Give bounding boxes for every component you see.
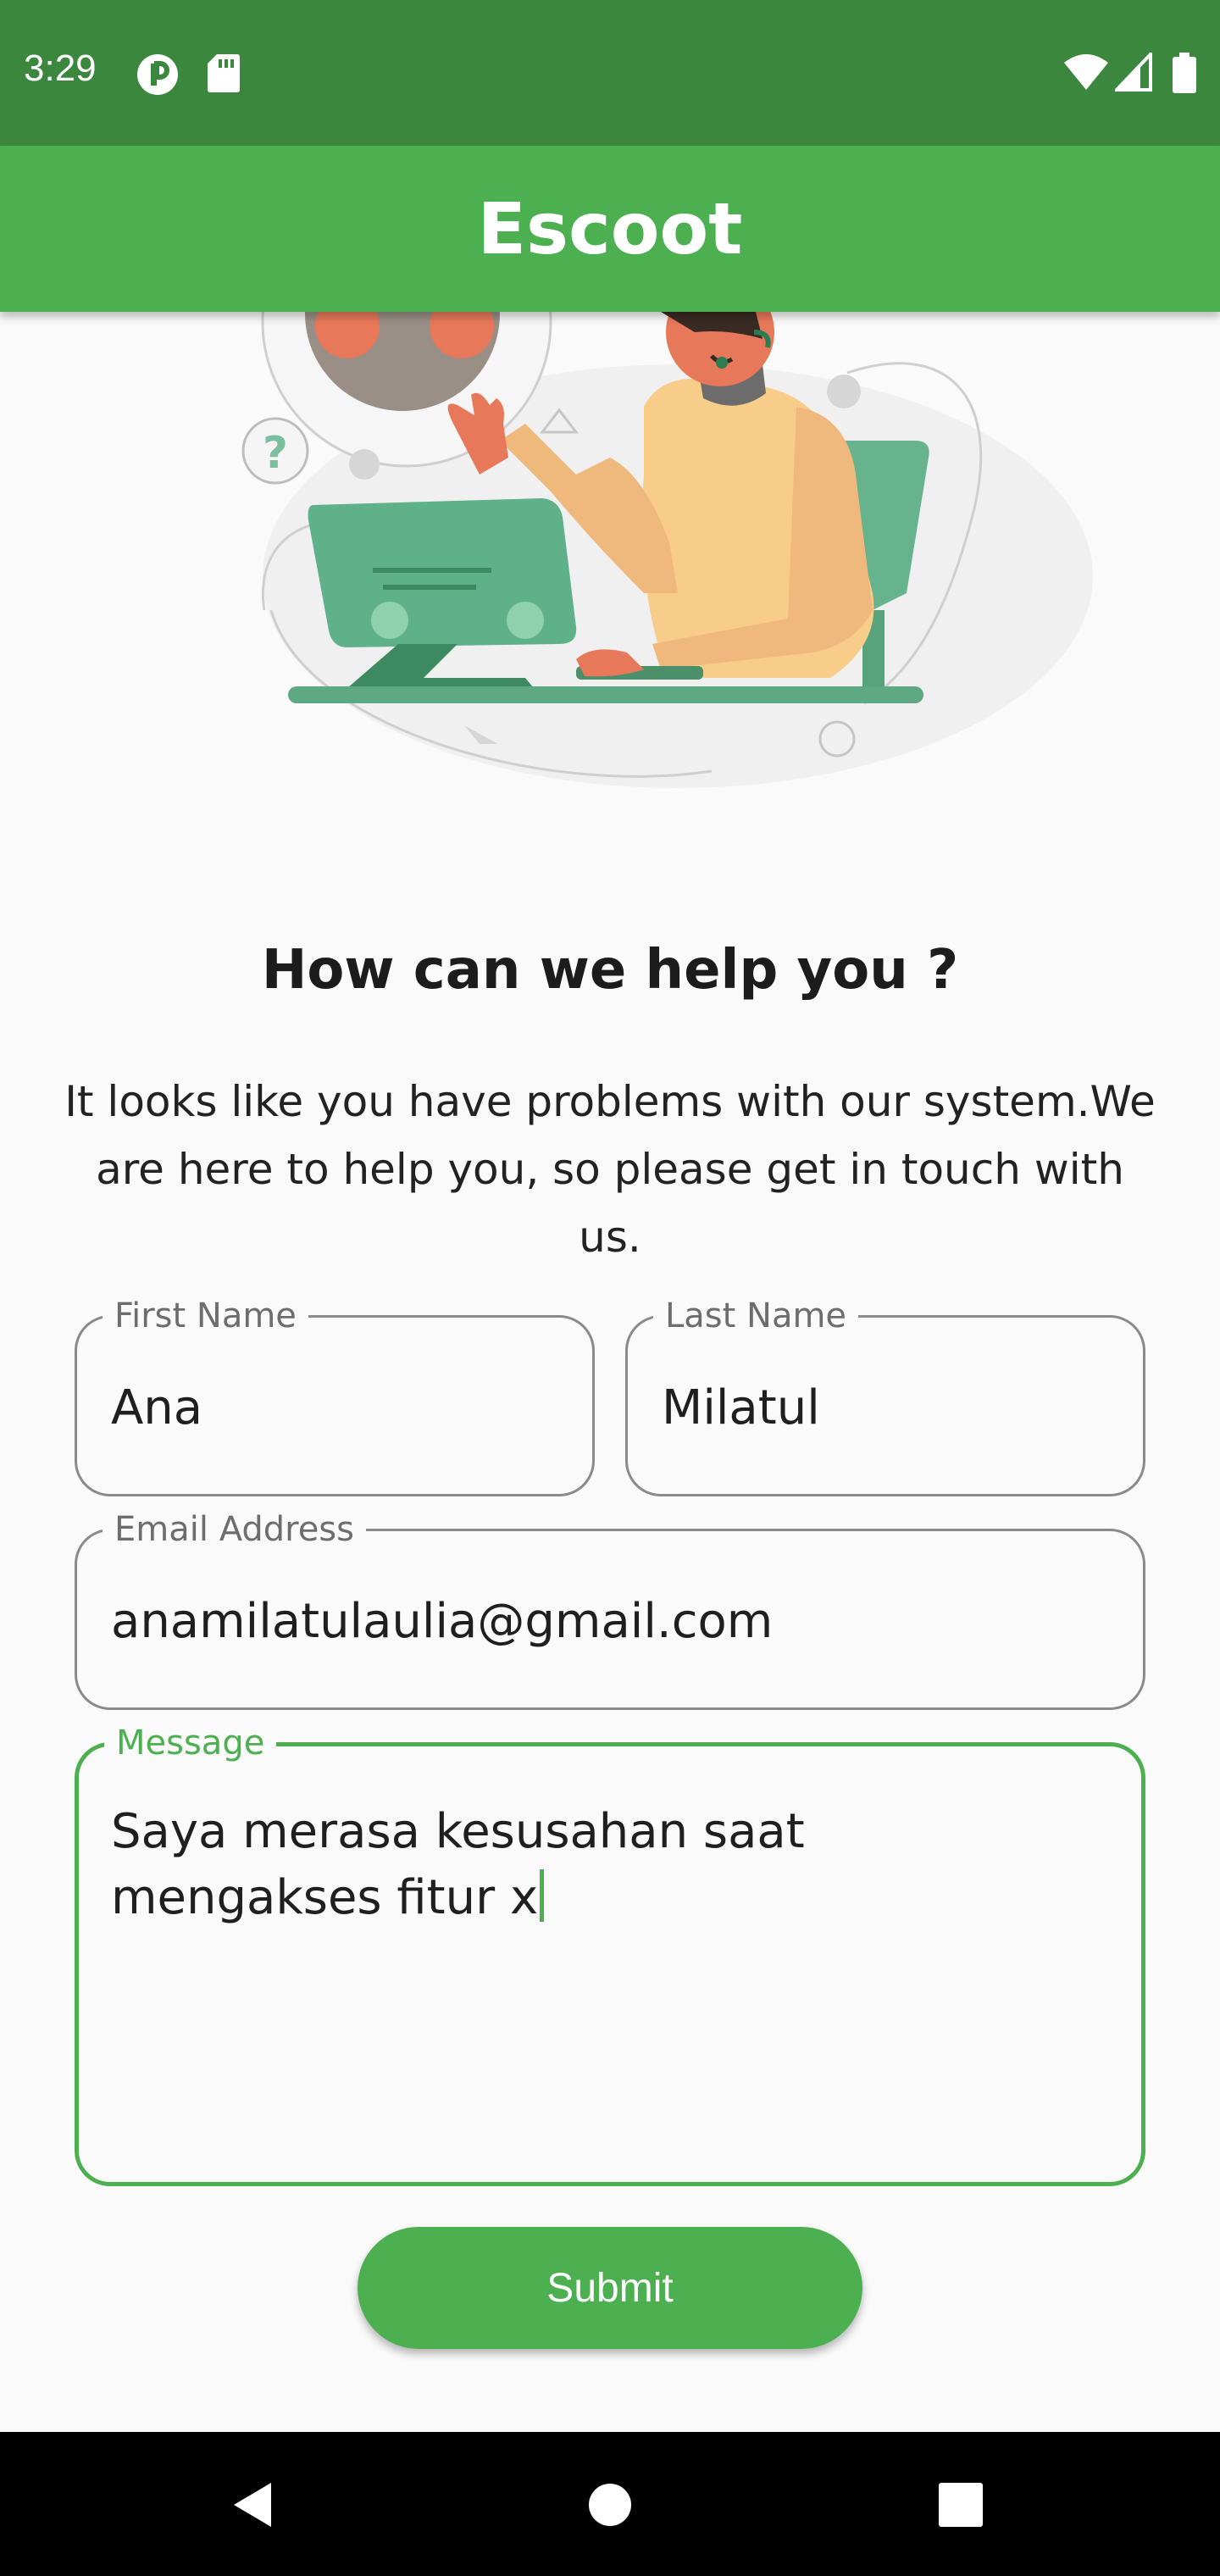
message-text: Saya merasa kesusahan saat mengakses fit… (111, 1804, 805, 1925)
submit-label: Submit (546, 2265, 674, 2311)
svg-text:?: ? (263, 428, 288, 479)
text-cursor (540, 1869, 545, 1922)
back-icon[interactable] (229, 2479, 280, 2530)
last-name-field[interactable]: Last Name Milatul (625, 1297, 1145, 1496)
last-name-label: Last Name (653, 1297, 859, 1335)
app-title: Escoot (477, 187, 743, 270)
email-label: Email Address (103, 1511, 366, 1548)
navigation-bar (0, 2432, 1220, 2576)
message-label: Message (104, 1724, 277, 1762)
page-heading: How can we help you ? (261, 939, 959, 1002)
status-bar: 3:29 (0, 0, 1220, 146)
wifi-icon (1064, 54, 1108, 90)
email-input[interactable]: anamilatulaulia@gmail.com (111, 1594, 773, 1649)
recents-icon[interactable] (939, 2483, 983, 2527)
first-name-field[interactable]: First Name Ana (75, 1297, 595, 1496)
message-input[interactable]: Saya merasa kesusahan saat mengakses fit… (111, 1799, 1085, 1931)
home-icon[interactable] (588, 2483, 632, 2527)
submit-button[interactable]: Submit (358, 2227, 862, 2349)
email-field[interactable]: Email Address anamilatulaulia@gmail.com (75, 1511, 1145, 1710)
sd-card-icon (208, 54, 240, 92)
message-field[interactable]: Message Saya merasa kesusahan saat menga… (75, 1724, 1145, 2186)
battery-icon (1173, 53, 1196, 93)
customer-support-illustration: ? (0, 312, 1220, 820)
app-bar: Escoot (0, 146, 1220, 312)
last-name-input[interactable]: Milatul (662, 1380, 820, 1435)
first-name-input[interactable]: Ana (111, 1380, 202, 1435)
page-description: It looks like you have problems with our… (64, 1077, 1156, 1262)
data-saver-icon (137, 54, 178, 95)
status-time: 3:29 (24, 47, 97, 89)
first-name-label: First Name (103, 1297, 308, 1335)
cell-signal-icon (1115, 53, 1152, 92)
